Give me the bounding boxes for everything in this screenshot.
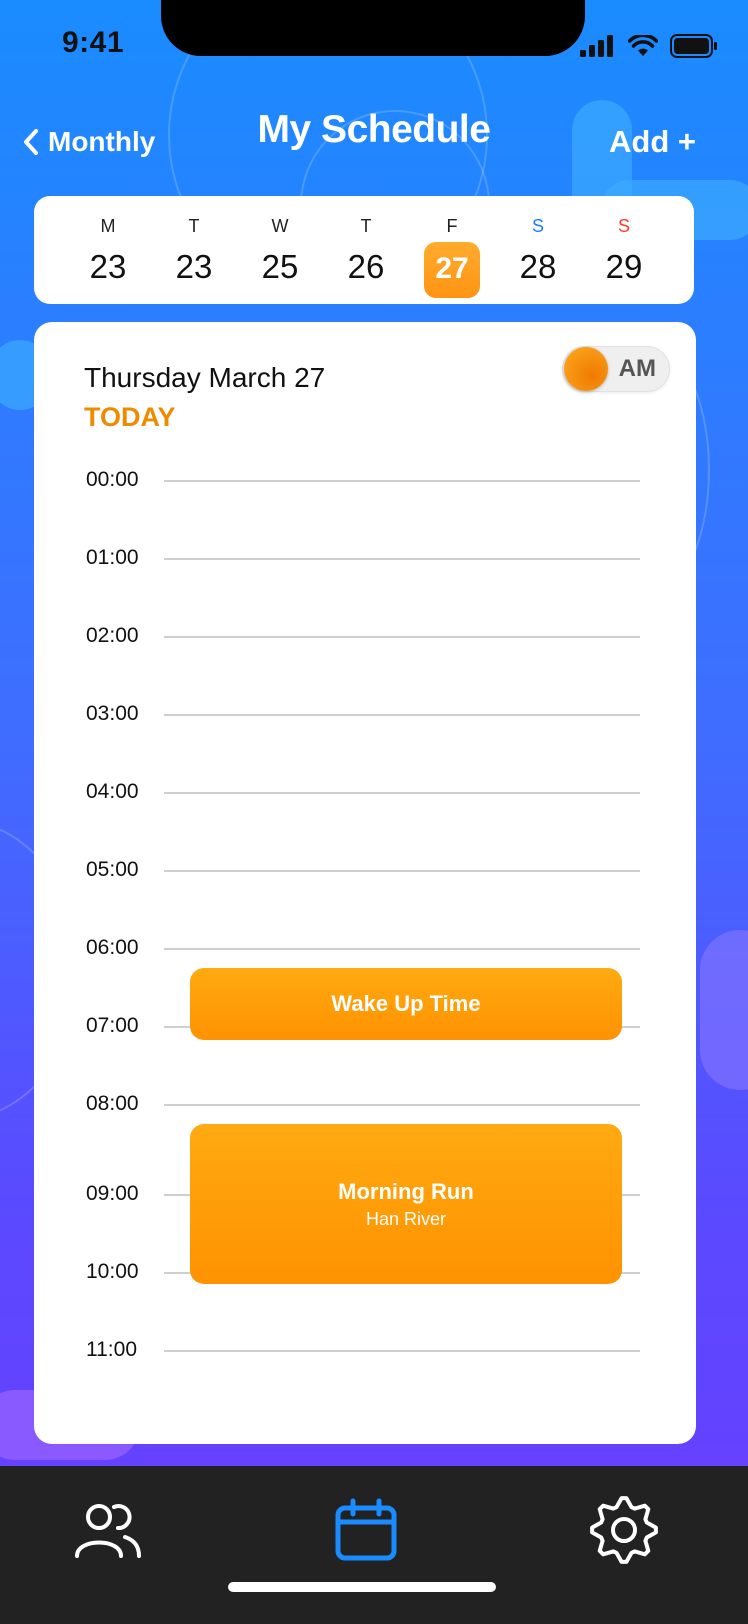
day-number: 26 bbox=[347, 248, 385, 285]
day-number: 25 bbox=[261, 248, 299, 285]
schedule-event[interactable]: Wake Up Time bbox=[190, 968, 622, 1040]
week-day[interactable]: M 23 bbox=[78, 196, 138, 304]
day-number: 27 bbox=[435, 252, 469, 285]
week-day[interactable]: S 28 bbox=[508, 196, 568, 304]
weekday-letter: T bbox=[360, 216, 372, 236]
weekday-letter: F bbox=[446, 216, 458, 236]
event-title: Wake Up Time bbox=[331, 991, 481, 1016]
battery-icon bbox=[670, 34, 717, 58]
calendar-icon bbox=[335, 1498, 397, 1561]
hour-row: 03:00 bbox=[34, 702, 696, 754]
status-time: 9:41 bbox=[62, 26, 125, 59]
hour-label: 11:00 bbox=[86, 1338, 137, 1361]
hour-label: 08:00 bbox=[86, 1092, 139, 1115]
weekday-letter: S bbox=[617, 216, 630, 236]
people-icon bbox=[75, 1504, 141, 1558]
background-band-decoration bbox=[700, 930, 748, 1090]
home-indicator bbox=[228, 1582, 496, 1592]
schedule-screen: 9:41 Monthly My Schedule Add + M 23 T 23… bbox=[0, 0, 748, 1624]
hour-label: 03:00 bbox=[86, 702, 139, 725]
hour-label: 00:00 bbox=[86, 468, 139, 491]
week-day[interactable]: T 26 bbox=[336, 196, 396, 304]
hour-label: 01:00 bbox=[86, 546, 139, 569]
tab-bar bbox=[0, 1466, 748, 1624]
selected-date-title: Thursday March 27 bbox=[84, 362, 326, 393]
hour-label: 09:00 bbox=[86, 1182, 139, 1205]
gear-icon bbox=[590, 1496, 658, 1564]
hour-label: 07:00 bbox=[86, 1014, 139, 1037]
hour-label: 05:00 bbox=[86, 858, 139, 881]
tab-people[interactable] bbox=[68, 1490, 148, 1570]
day-number: 23 bbox=[175, 248, 213, 285]
today-label: TODAY bbox=[84, 402, 176, 432]
hour-gridline bbox=[164, 948, 640, 950]
day-number: 23 bbox=[89, 248, 127, 285]
hour-label: 10:00 bbox=[86, 1260, 139, 1283]
am-pm-label: AM bbox=[618, 355, 656, 382]
weekday-letter: W bbox=[271, 216, 289, 236]
hour-row: 04:00 bbox=[34, 780, 696, 832]
hour-row: 02:00 bbox=[34, 624, 696, 676]
hour-gridline bbox=[164, 1350, 640, 1352]
hour-gridline bbox=[164, 792, 640, 794]
weekday-letter: S bbox=[531, 216, 544, 236]
hour-gridline bbox=[164, 1104, 640, 1106]
status-icons bbox=[580, 34, 718, 58]
add-event-button[interactable]: Add + bbox=[609, 120, 696, 164]
day-number: 28 bbox=[519, 248, 557, 285]
week-day[interactable]: S 29 bbox=[594, 196, 654, 304]
weekday-letter: M bbox=[100, 216, 116, 236]
event-location: Han River bbox=[365, 1208, 447, 1229]
week-day[interactable]: T 23 bbox=[164, 196, 224, 304]
hour-gridline bbox=[164, 636, 640, 638]
wifi-icon bbox=[628, 35, 658, 56]
hour-gridline bbox=[164, 480, 640, 482]
schedule-event[interactable]: Morning Run Han River bbox=[190, 1124, 622, 1284]
hour-label: 04:00 bbox=[86, 780, 139, 803]
event-title: Morning Run bbox=[338, 1178, 474, 1204]
am-pm-toggle[interactable]: AM bbox=[562, 346, 670, 392]
hour-gridline bbox=[164, 714, 640, 716]
week-day[interactable]: W 25 bbox=[250, 196, 310, 304]
hour-row: 11:00 bbox=[34, 1338, 696, 1390]
hour-label: 06:00 bbox=[86, 936, 139, 959]
tab-calendar[interactable] bbox=[326, 1490, 406, 1570]
week-day-selected[interactable]: F 27 bbox=[422, 196, 482, 304]
week-strip: M 23 T 23 W 25 T 26 F 27 S 28 S 29 bbox=[34, 196, 694, 304]
hour-gridline bbox=[164, 870, 640, 872]
device-notch bbox=[161, 0, 585, 56]
tab-settings[interactable] bbox=[584, 1490, 664, 1570]
toggle-knob bbox=[564, 347, 608, 391]
weekday-letter: T bbox=[188, 216, 200, 236]
hour-row: 05:00 bbox=[34, 858, 696, 910]
hour-row: 01:00 bbox=[34, 546, 696, 598]
day-schedule-card: Thursday March 27 TODAY AM 00:00 01:00 02:… bbox=[34, 322, 696, 1444]
hour-label: 02:00 bbox=[86, 624, 139, 647]
hour-gridline bbox=[164, 558, 640, 560]
day-number: 29 bbox=[605, 248, 643, 285]
signal-icon bbox=[580, 35, 613, 57]
hour-row: 00:00 bbox=[34, 468, 696, 520]
status-bar: 9:41 bbox=[0, 0, 748, 90]
